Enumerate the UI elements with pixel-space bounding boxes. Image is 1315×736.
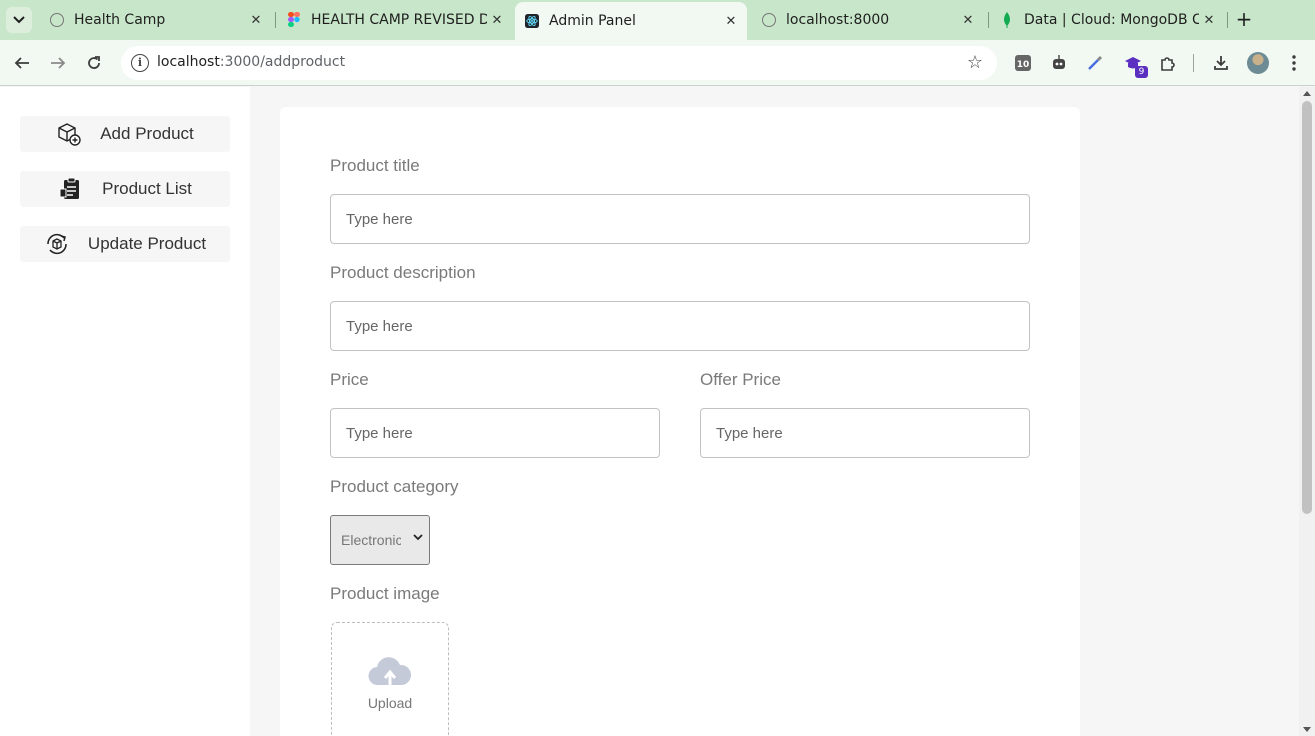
tab-mongodb[interactable]: Data | Cloud: MongoDB C ✕: [990, 0, 1225, 40]
scroll-up-arrow-icon[interactable]: [1303, 91, 1311, 96]
sidebar-item-label: Product List: [102, 179, 192, 198]
extension-badge-count: 9: [1135, 66, 1148, 78]
globe-icon: [762, 13, 776, 27]
tab-health-camp-revised[interactable]: HEALTH CAMP REVISED D ✕: [277, 0, 513, 40]
bookmark-star-icon[interactable]: ☆: [967, 52, 983, 73]
scroll-thumb[interactable]: [1302, 101, 1312, 514]
toolbar-separator: [1193, 54, 1194, 72]
product-category-label: Product category: [330, 477, 459, 496]
add-product-box-icon: [56, 121, 82, 147]
tab-separator: [275, 12, 276, 28]
mongodb-leaf-icon: [1000, 12, 1014, 28]
product-title-input[interactable]: [330, 194, 1030, 244]
extension-robot-icon[interactable]: [1048, 52, 1070, 74]
download-icon[interactable]: [1210, 52, 1232, 74]
extension-tenable-icon[interactable]: 10: [1012, 52, 1034, 74]
sidebar-item-product-list[interactable]: Product List: [20, 171, 230, 207]
figma-icon: [287, 12, 301, 27]
category-selected-value: Electronic: [341, 532, 401, 548]
close-icon[interactable]: ✕: [1199, 13, 1219, 28]
tab-title: HEALTH CAMP REVISED D: [311, 12, 487, 28]
sidebar-item-update-product[interactable]: Update Product: [20, 226, 230, 262]
price-label: Price: [330, 370, 369, 389]
extensions-puzzle-icon[interactable]: [1157, 52, 1179, 74]
new-tab-plus-icon[interactable]: +: [1232, 8, 1256, 32]
sidebar-item-label: Add Product: [100, 124, 194, 143]
upload-label: Upload: [367, 695, 413, 711]
product-description-label: Product description: [330, 263, 476, 282]
close-icon[interactable]: ✕: [958, 13, 978, 28]
address-bar[interactable]: i localhost:3000/addproduct ☆: [121, 46, 997, 80]
image-upload-button[interactable]: Upload: [331, 622, 449, 736]
url-host: localhost: [157, 54, 220, 70]
browser-tab-strip: Health Camp ✕ HEALTH CAMP REVISED D ✕ Ad…: [0, 0, 1315, 40]
sidebar-item-add-product[interactable]: Add Product: [20, 116, 230, 152]
product-list-clipboard-icon: [58, 176, 84, 202]
product-title-label: Product title: [330, 156, 420, 175]
tab-title: localhost:8000: [786, 12, 890, 28]
product-category-select[interactable]: Electronic: [330, 515, 430, 565]
browser-toolbar: i localhost:3000/addproduct ☆ 10 9: [0, 40, 1315, 86]
sidebar-item-label: Update Product: [87, 234, 207, 253]
add-product-form: Product title Product description Price …: [280, 107, 1080, 736]
cloud-upload-icon: [368, 657, 412, 691]
admin-sidebar: Add Product Product List Update Product: [0, 87, 250, 736]
product-description-input[interactable]: [330, 301, 1030, 351]
tab-separator: [1227, 12, 1228, 28]
price-input[interactable]: [330, 408, 660, 458]
close-icon[interactable]: ✕: [487, 13, 507, 28]
profile-avatar[interactable]: [1247, 52, 1269, 74]
close-icon[interactable]: ✕: [246, 13, 266, 28]
site-info-icon[interactable]: i: [131, 54, 149, 72]
tab-localhost-8000[interactable]: localhost:8000 ✕: [752, 0, 984, 40]
tab-health-camp[interactable]: Health Camp ✕: [40, 0, 272, 40]
chevron-down-icon: [413, 533, 423, 544]
react-icon: [525, 14, 539, 28]
tab-title: Admin Panel: [549, 13, 636, 29]
globe-icon: [50, 13, 64, 27]
tab-separator: [988, 12, 989, 28]
extension-graduation-cap-icon[interactable]: 9: [1122, 52, 1148, 78]
forward-arrow-icon[interactable]: [46, 51, 70, 75]
tab-title: Health Camp: [74, 12, 166, 28]
svg-text:10: 10: [1017, 60, 1030, 70]
reload-icon[interactable]: [82, 51, 106, 75]
more-menu-kebab-icon[interactable]: [1282, 51, 1306, 75]
tab-admin-panel[interactable]: Admin Panel ✕: [515, 2, 747, 40]
close-icon[interactable]: ✕: [721, 14, 741, 29]
extension-eyedropper-icon[interactable]: [1084, 52, 1106, 74]
tab-title: Data | Cloud: MongoDB C: [1024, 12, 1199, 28]
scroll-down-arrow-icon[interactable]: [1303, 727, 1311, 732]
back-arrow-icon[interactable]: [10, 51, 34, 75]
offer-price-input[interactable]: [700, 408, 1030, 458]
page-content: Add Product Product List Update Product …: [0, 87, 1299, 736]
address-url[interactable]: localhost:3000/addproduct: [157, 54, 345, 70]
url-path: :3000/addproduct: [219, 54, 346, 70]
product-image-label: Product image: [330, 584, 440, 603]
tab-search-chevron-icon[interactable]: [6, 7, 32, 33]
update-product-box-icon: [44, 231, 70, 257]
page-scrollbar[interactable]: [1299, 87, 1315, 736]
offer-price-label: Offer Price: [700, 370, 781, 389]
